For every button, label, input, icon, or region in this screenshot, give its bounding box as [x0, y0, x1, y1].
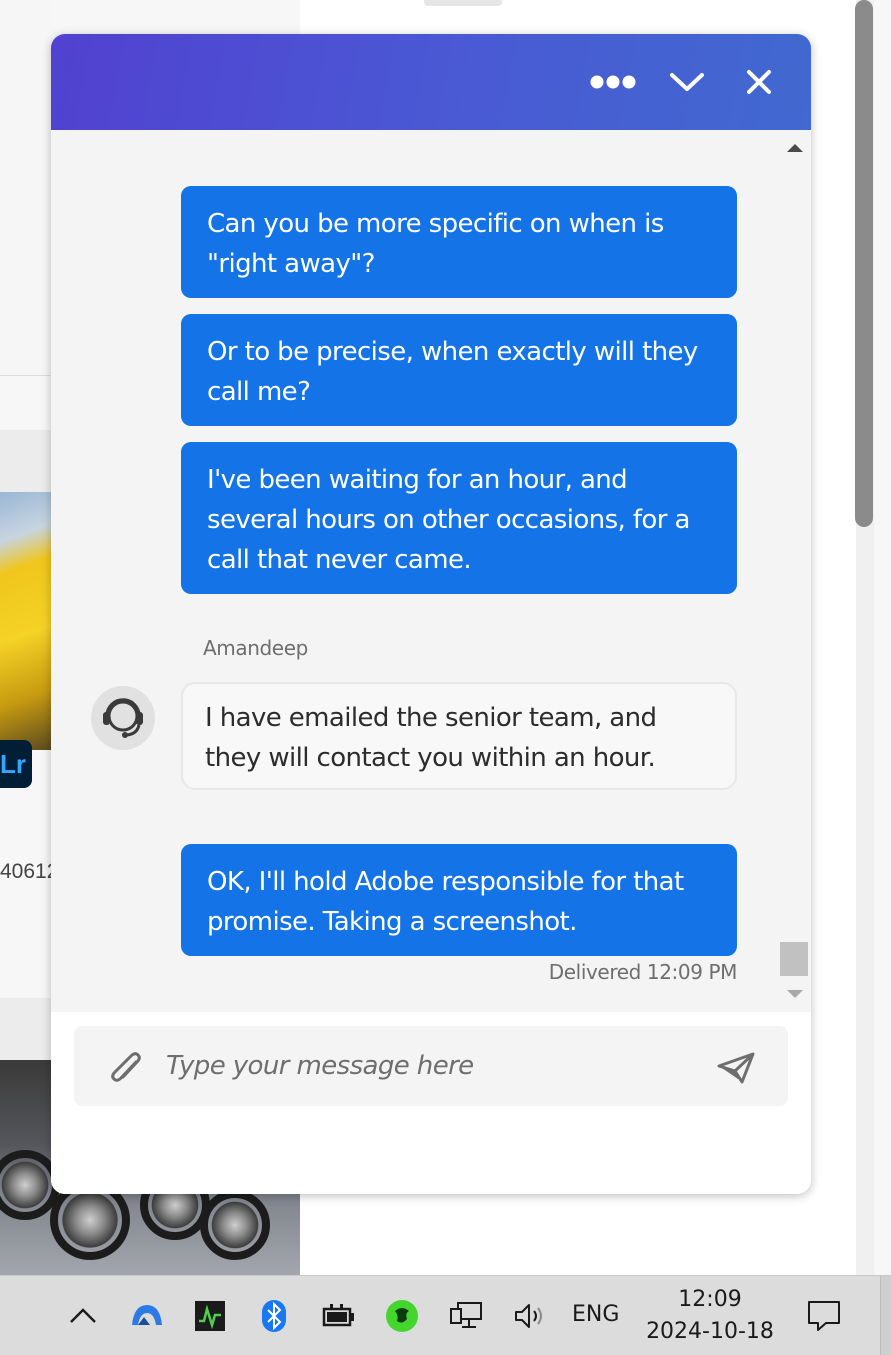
taskbar: ENG 12:09 2024-10-18 — [0, 1275, 891, 1355]
minimize-button[interactable] — [659, 54, 715, 110]
volume-icon — [515, 1304, 542, 1328]
more-options-button[interactable] — [585, 54, 641, 110]
user-message: I've been waiting for an hour, and sever… — [181, 442, 737, 594]
action-center-button[interactable] — [802, 1294, 846, 1338]
tray-bluetooth[interactable] — [252, 1294, 296, 1338]
more-horizontal-icon — [590, 75, 636, 89]
tray-battery[interactable] — [316, 1294, 360, 1338]
taskbar-clock[interactable]: 12:09 2024-10-18 — [640, 1284, 780, 1348]
background-card-header — [0, 998, 52, 1060]
lightroom-badge: Lr — [0, 740, 32, 788]
tray-network[interactable] — [444, 1294, 488, 1338]
show-desktop-button[interactable] — [880, 1276, 891, 1355]
user-message: OK, I'll hold Adobe responsible for that… — [181, 844, 737, 956]
background-tab — [424, 0, 502, 6]
clock-date: 2024-10-18 — [646, 1319, 774, 1344]
task-monitor-icon — [195, 1301, 225, 1331]
bluetooth-icon — [262, 1300, 286, 1332]
background-truck-photo — [0, 492, 52, 750]
chat-transcript[interactable]: Can you be more specific on when is "rig… — [51, 130, 811, 1012]
tray-cloud-app[interactable] — [125, 1294, 169, 1338]
headset-icon — [103, 698, 143, 738]
send-button[interactable] — [712, 1044, 760, 1092]
background-card-header — [0, 430, 52, 492]
page-scrollbar-thumb[interactable] — [855, 0, 873, 527]
scroll-up-arrow-icon[interactable] — [787, 144, 803, 152]
notification-icon — [808, 1301, 840, 1331]
input-language-indicator[interactable]: ENG — [572, 1302, 619, 1327]
agent-message: I have emailed the senior team, and they… — [181, 682, 737, 790]
tray-razer[interactable] — [380, 1294, 424, 1338]
tray-task-monitor[interactable] — [188, 1294, 232, 1338]
background-card-text: 40612 — [0, 860, 52, 883]
send-icon — [717, 1052, 755, 1084]
message-input[interactable] — [166, 1040, 706, 1092]
message-input-box — [74, 1026, 788, 1106]
delivery-status: Delivered 12:09 PM — [548, 960, 738, 984]
message-composer — [51, 1012, 811, 1194]
chevron-up-icon — [70, 1308, 96, 1323]
tray-volume[interactable] — [508, 1294, 552, 1338]
agent-avatar — [91, 686, 155, 750]
paperclip-icon — [111, 1052, 141, 1082]
scroll-down-arrow-icon[interactable] — [787, 990, 803, 998]
chat-header — [51, 34, 811, 130]
close-button[interactable] — [731, 54, 787, 110]
chat-scrollbar[interactable] — [778, 130, 808, 1012]
attach-button[interactable] — [104, 1046, 148, 1090]
background-left-panel — [0, 0, 52, 376]
chat-widget: Can you be more specific on when is "rig… — [51, 34, 811, 1194]
chat-scrollbar-thumb[interactable] — [780, 942, 808, 976]
chevron-down-icon — [670, 73, 704, 91]
show-hidden-icons-button[interactable] — [61, 1294, 105, 1338]
network-icon — [450, 1302, 482, 1328]
razer-icon — [386, 1300, 418, 1332]
user-message: Or to be precise, when exactly will they… — [181, 314, 737, 426]
agent-name: Amandeep — [203, 636, 308, 660]
clock-time: 12:09 — [678, 1287, 742, 1312]
battery-icon — [322, 1304, 354, 1327]
user-message: Can you be more specific on when is "rig… — [181, 186, 737, 298]
cloud-app-icon — [132, 1305, 162, 1325]
close-icon — [747, 70, 771, 94]
